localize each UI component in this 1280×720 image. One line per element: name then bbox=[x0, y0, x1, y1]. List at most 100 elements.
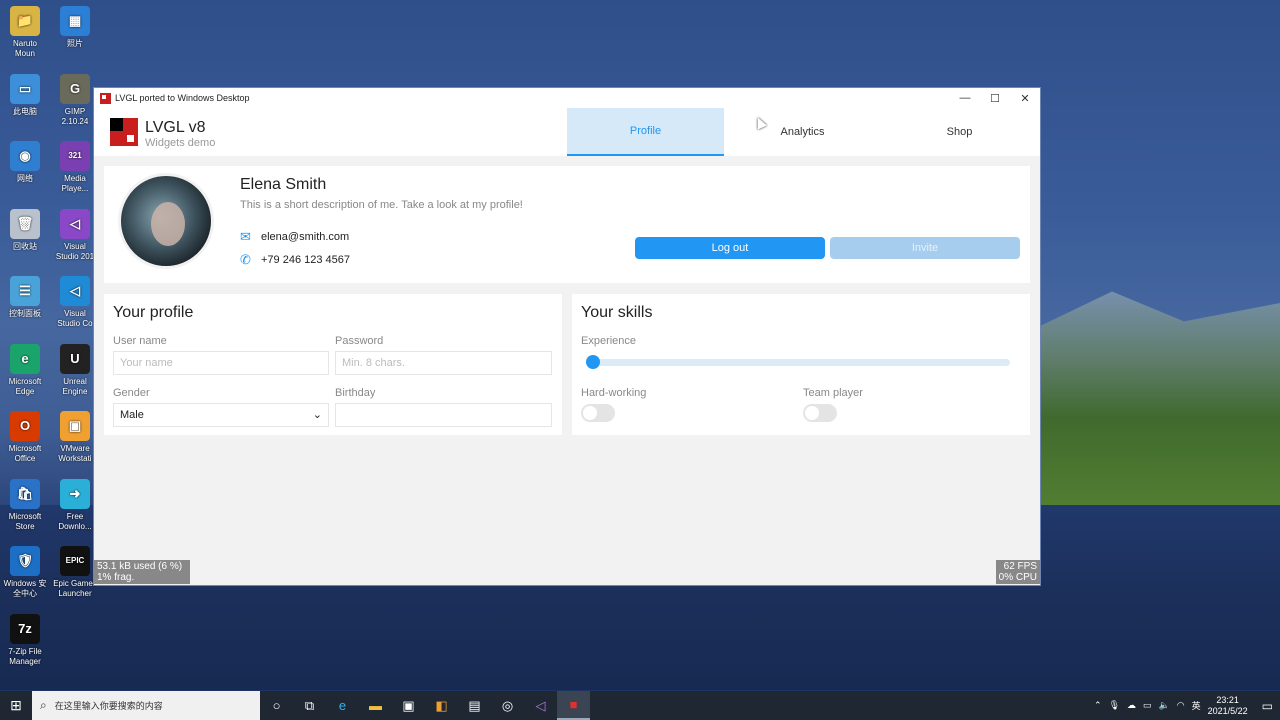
visual-studio-taskbar-icon[interactable]: ◁ bbox=[524, 691, 557, 720]
username-input[interactable]: Your name bbox=[113, 351, 329, 375]
profile-description: This is a short description of me. Take … bbox=[240, 199, 523, 211]
birthday-input[interactable] bbox=[335, 403, 552, 427]
app-subtitle: Widgets demo bbox=[145, 137, 216, 149]
avatar bbox=[118, 173, 214, 269]
logout-button[interactable]: Log out bbox=[635, 237, 825, 259]
desktop-icon[interactable]: 🗑 回收站 bbox=[0, 208, 50, 252]
experience-slider[interactable] bbox=[586, 359, 1010, 366]
gender-dropdown[interactable]: Male ⌄ bbox=[113, 403, 329, 427]
desktop-icon[interactable]: 7z 7-Zip File Manager bbox=[0, 613, 50, 667]
wifi-icon[interactable]: ◠ bbox=[1177, 700, 1185, 711]
desktop-icon[interactable]: 📁 Naruto Moun bbox=[0, 6, 50, 59]
desktop-icon-label: 此电脑 bbox=[13, 106, 37, 116]
your-profile-title: Your profile bbox=[113, 304, 194, 321]
your-skills-title: Your skills bbox=[581, 304, 653, 321]
desktop-icon-label: Microsoft Edge bbox=[8, 376, 42, 396]
media-player-icon: 321 bbox=[60, 141, 90, 171]
clock-date: 2021/5/22 bbox=[1207, 705, 1248, 716]
notification-icon[interactable]: ▭ bbox=[1262, 699, 1273, 713]
vscode-icon: ◁ bbox=[60, 276, 90, 306]
lvgl-window: LVGL ported to Windows Desktop — ☐ ✕ LVG… bbox=[93, 87, 1041, 586]
gender-label: Gender bbox=[113, 387, 150, 399]
memory-used-text: 53.1 kB used (6 %) bbox=[97, 561, 183, 572]
app-taskbar-icon[interactable]: ▤ bbox=[458, 691, 491, 720]
desktop-icon[interactable]: O Microsoft Office bbox=[0, 411, 50, 464]
gimp-icon: G bbox=[60, 73, 90, 104]
lvgl-app-icon bbox=[100, 92, 111, 104]
volume-icon[interactable]: 🔈 bbox=[1159, 700, 1170, 711]
desktop-icon-label: Windows 安 全中心 bbox=[3, 579, 47, 598]
birthday-label: Birthday bbox=[335, 387, 376, 399]
desktop-icon[interactable]: ☰ 控制面板 bbox=[0, 276, 50, 319]
7zip-icon: 7z bbox=[10, 613, 40, 644]
app-header: LVGL v8 Widgets demo Profile Analytics S… bbox=[94, 108, 1040, 156]
teamplayer-switch[interactable] bbox=[803, 404, 837, 422]
experience-label: Experience bbox=[581, 335, 637, 347]
unreal-icon: U bbox=[60, 343, 90, 374]
desktop-icon[interactable]: ◉ 网络 bbox=[0, 141, 50, 184]
profile-email-row: ✉ elena@smith.com bbox=[240, 229, 350, 244]
taskbar-search-placeholder: 在这里输入你要搜索的内容 bbox=[54, 701, 163, 711]
desktop-icon-label: 控制面板 bbox=[9, 309, 41, 318]
maximize-button[interactable]: ☐ bbox=[980, 92, 1010, 105]
memory-monitor: 53.1 kB used (6 %) 1% frag. bbox=[94, 560, 190, 584]
desktop-icon[interactable]: 🛡 Windows 安 全中心 bbox=[0, 546, 50, 599]
your-profile-card: Your profile User name Your name Passwor… bbox=[104, 294, 562, 435]
chevron-up-icon[interactable]: ⌃ bbox=[1094, 700, 1102, 711]
taskbar: ⊞ ⌕ 在这里输入你要搜索的内容 ○ ⧉ e ▬ ▣ ◧ ▤ ◎ ◁ ■ ⌃ 🎙… bbox=[0, 691, 1280, 720]
tab-profile[interactable]: Profile bbox=[567, 108, 724, 156]
recycle-bin-icon: 🗑 bbox=[10, 208, 40, 239]
store-taskbar-icon[interactable]: ▣ bbox=[392, 691, 425, 720]
windows-start-icon[interactable]: ⊞ bbox=[0, 691, 32, 720]
cloud-icon[interactable]: ☁ bbox=[1127, 700, 1136, 711]
profile-phone: +79 246 123 4567 bbox=[261, 254, 351, 266]
desktop-icon[interactable]: 🛍 Microsoft Store bbox=[0, 478, 50, 532]
obs-taskbar-icon[interactable]: ◎ bbox=[491, 691, 524, 720]
desktop-icon[interactable]: e Microsoft Edge bbox=[0, 343, 50, 397]
email-icon: ✉ bbox=[240, 229, 251, 244]
microphone-icon[interactable]: 🎙 bbox=[1109, 700, 1120, 711]
ime-indicator[interactable]: 英 bbox=[1192, 699, 1201, 712]
store-icon: 🛍 bbox=[10, 478, 40, 509]
task-view-icon[interactable]: ⧉ bbox=[293, 691, 326, 720]
tab-analytics[interactable]: Analytics bbox=[724, 108, 881, 156]
your-skills-card: Your skills Experience Hard-working Team… bbox=[572, 294, 1030, 435]
desktop-icon[interactable]: ▭ 此电脑 bbox=[0, 73, 50, 117]
password-input[interactable]: Min. 8 chars. bbox=[335, 351, 552, 375]
download-icon: ➜ bbox=[60, 478, 90, 509]
close-button[interactable]: ✕ bbox=[1010, 92, 1040, 105]
office-icon: O bbox=[10, 411, 40, 441]
window-titlebar[interactable]: LVGL ported to Windows Desktop — ☐ ✕ bbox=[94, 88, 1040, 108]
gender-value: Male bbox=[120, 409, 144, 421]
vmware-taskbar-icon[interactable]: ◧ bbox=[425, 691, 458, 720]
computer-icon: ▭ bbox=[10, 73, 40, 104]
taskbar-search-box[interactable]: ⌕ 在这里输入你要搜索的内容 bbox=[32, 691, 260, 720]
file-explorer-icon[interactable]: ▬ bbox=[359, 691, 392, 720]
window-title: LVGL ported to Windows Desktop bbox=[115, 93, 250, 103]
clock[interactable]: 23:21 2021/5/22 bbox=[1208, 695, 1248, 717]
security-icon: 🛡 bbox=[10, 546, 40, 576]
lvgl-taskbar-icon[interactable]: ■ bbox=[557, 691, 590, 720]
desktop-icon-label: 7-Zip File Manager bbox=[8, 646, 42, 666]
profile-email: elena@smith.com bbox=[261, 231, 350, 243]
hardworking-switch[interactable] bbox=[581, 404, 615, 422]
edge-icon: e bbox=[10, 343, 40, 374]
network-tray-icon[interactable]: ▭ bbox=[1143, 700, 1152, 711]
edge-taskbar-icon[interactable]: e bbox=[326, 691, 359, 720]
password-label: Password bbox=[335, 335, 384, 347]
tab-shop[interactable]: Shop bbox=[881, 108, 1038, 156]
desktop-icon-label: 网络 bbox=[17, 174, 33, 183]
visual-studio-icon: ◁ bbox=[60, 208, 90, 239]
minimize-button[interactable]: — bbox=[950, 92, 980, 104]
cortana-icon[interactable]: ○ bbox=[260, 691, 293, 720]
memory-frag-text: 1% frag. bbox=[97, 572, 135, 583]
desktop-icon[interactable]: ▦ 照片 bbox=[50, 6, 100, 49]
cpu-text: 0% CPU bbox=[998, 572, 1037, 583]
experience-slider-knob[interactable] bbox=[586, 355, 600, 369]
invite-button[interactable]: Invite bbox=[830, 237, 1020, 259]
profile-card: Elena Smith This is a short description … bbox=[104, 166, 1030, 283]
desktop-icon-label: 照片 bbox=[67, 39, 83, 48]
desktop-wallpaper-island bbox=[1040, 291, 1280, 510]
folder-icon: 📁 bbox=[10, 6, 40, 36]
vmware-icon: ▣ bbox=[60, 411, 90, 441]
